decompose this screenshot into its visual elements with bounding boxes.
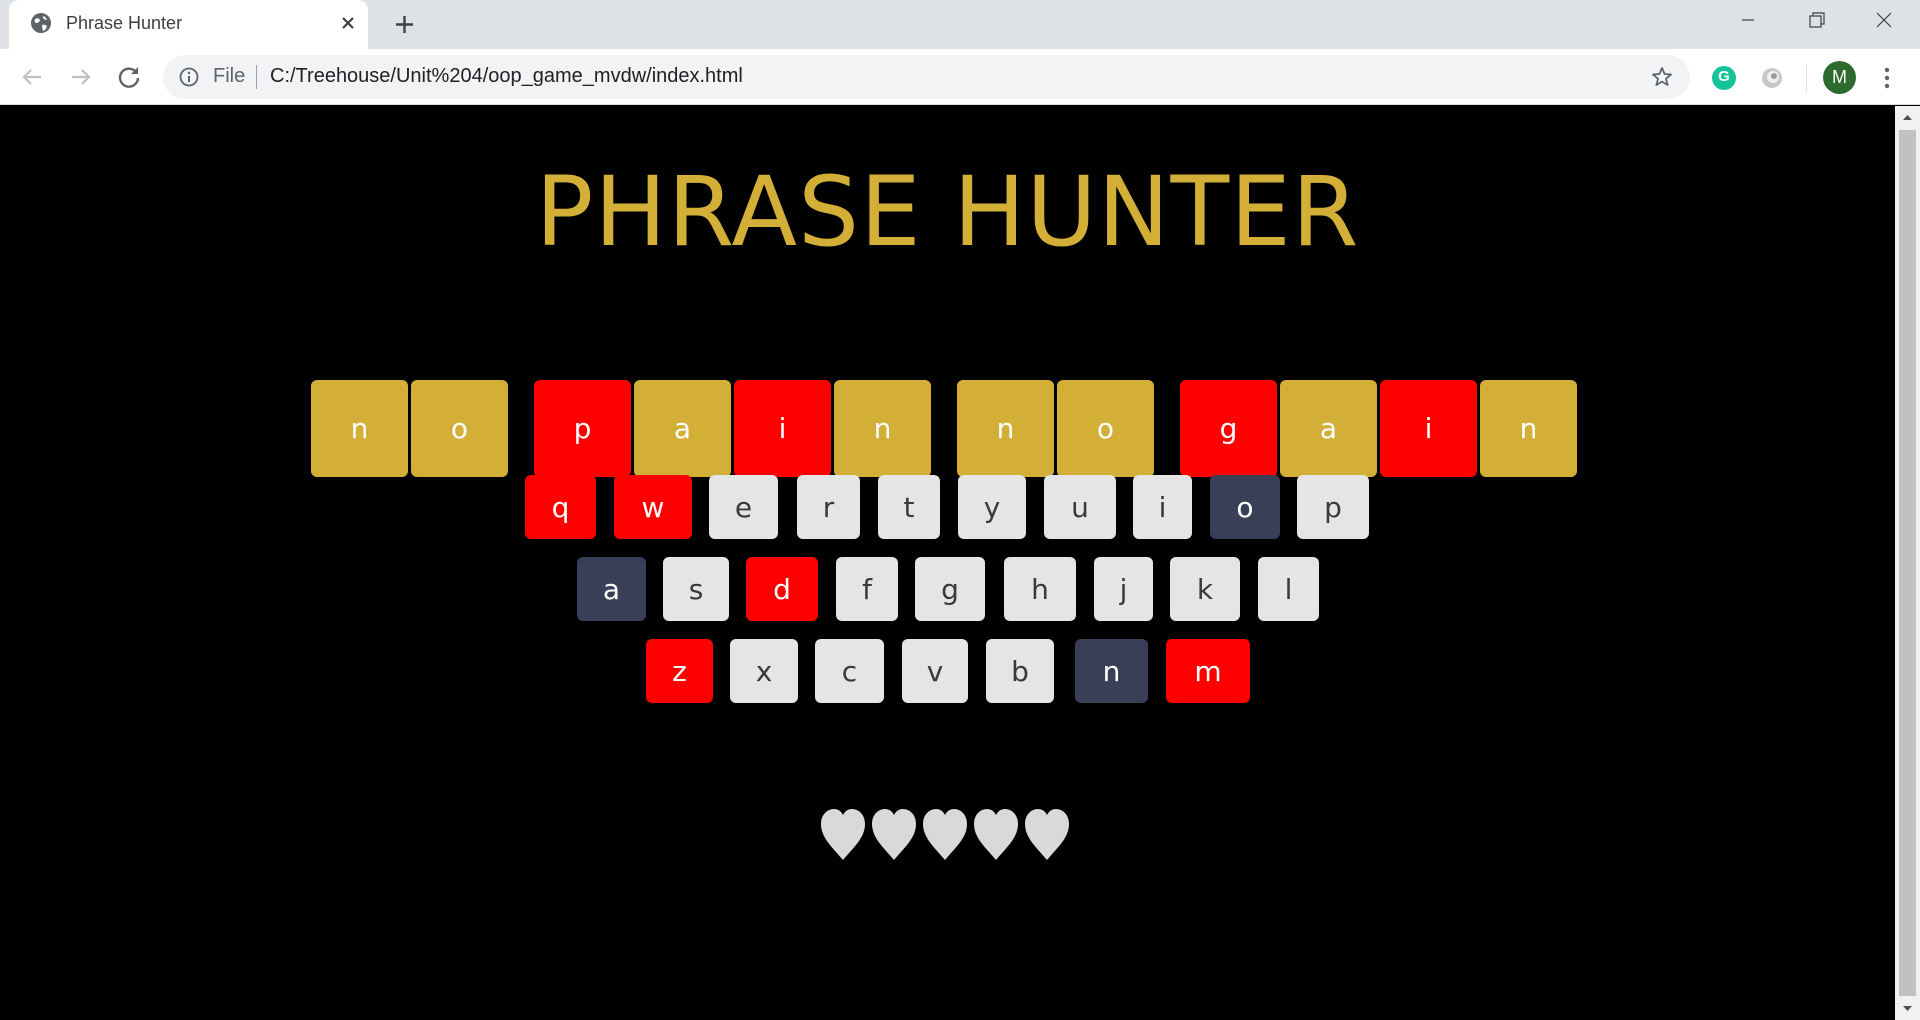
phrase-letter-tile: g: [1180, 380, 1277, 477]
phrase-letter-tile: n: [311, 380, 408, 477]
game-page: PHRASE HUNTER nopainnogain qwertyuiopasd…: [0, 106, 1895, 1020]
key-j[interactable]: j: [1094, 557, 1153, 621]
key-y[interactable]: y: [958, 475, 1026, 539]
phrase-letter-tile: o: [411, 380, 508, 477]
extension-icon[interactable]: [1760, 66, 1784, 90]
key-n[interactable]: n: [1075, 639, 1148, 703]
browser-toolbar: File C:/Treehouse/Unit%204/oop_game_mvdw…: [0, 49, 1920, 105]
phrase-letter-tile: i: [1380, 380, 1477, 477]
vertical-scrollbar[interactable]: [1895, 106, 1920, 1020]
scrollbar-thumb[interactable]: [1899, 130, 1916, 996]
key-e[interactable]: e: [709, 475, 778, 539]
browser-tab[interactable]: Phrase Hunter: [9, 0, 368, 49]
key-p[interactable]: p: [1297, 475, 1369, 539]
key-b[interactable]: b: [986, 639, 1054, 703]
arrow-left-icon[interactable]: [17, 62, 47, 92]
restore-icon[interactable]: [1786, 0, 1846, 40]
profile-avatar[interactable]: M: [1823, 61, 1856, 94]
star-icon[interactable]: [1650, 65, 1674, 89]
key-k[interactable]: k: [1170, 557, 1240, 621]
key-r[interactable]: r: [797, 475, 860, 539]
key-h[interactable]: h: [1004, 557, 1076, 621]
key-d[interactable]: d: [746, 557, 818, 621]
heart-icon: [923, 809, 967, 860]
phrase-letter-tile: i: [734, 380, 831, 477]
heart-icon: [872, 809, 916, 860]
kebab-menu-icon[interactable]: [1875, 63, 1899, 93]
window-close-icon[interactable]: [1854, 0, 1914, 40]
scroll-down-arrow-icon[interactable]: [1895, 998, 1920, 1020]
phrase-letter-tile: p: [534, 380, 631, 477]
plus-icon[interactable]: [391, 11, 418, 38]
phrase-letter-tile: n: [834, 380, 931, 477]
key-t[interactable]: t: [878, 475, 940, 539]
avatar-letter: M: [1832, 67, 1847, 87]
key-i[interactable]: i: [1133, 475, 1192, 539]
url-text[interactable]: C:/Treehouse/Unit%204/oop_game_mvdw/inde…: [270, 65, 743, 88]
minimize-icon[interactable]: [1718, 0, 1778, 40]
key-s[interactable]: s: [663, 557, 729, 621]
key-c[interactable]: c: [815, 639, 884, 703]
key-g[interactable]: g: [915, 557, 985, 621]
close-icon[interactable]: [337, 12, 359, 34]
globe-icon: [31, 13, 51, 33]
phrase-letter-tile: n: [957, 380, 1054, 477]
key-v[interactable]: v: [902, 639, 968, 703]
heart-icon: [1025, 809, 1069, 860]
omnibox-divider: [256, 65, 257, 89]
grammarly-letter: G: [1718, 68, 1730, 85]
tab-title: Phrase Hunter: [66, 13, 183, 33]
tab-strip: Phrase Hunter: [0, 0, 1920, 49]
info-icon[interactable]: [178, 66, 200, 88]
scheme-label: File: [213, 65, 246, 87]
phrase-letter-tile: a: [1280, 380, 1377, 477]
phrase-letter-tile: o: [1057, 380, 1154, 477]
key-w[interactable]: w: [614, 475, 692, 539]
grammarly-extension-icon[interactable]: G: [1712, 66, 1736, 90]
key-q[interactable]: q: [525, 475, 596, 539]
key-z[interactable]: z: [646, 639, 713, 703]
reload-icon[interactable]: [114, 62, 144, 92]
address-bar[interactable]: File C:/Treehouse/Unit%204/oop_game_mvdw…: [163, 55, 1690, 99]
key-x[interactable]: x: [730, 639, 798, 703]
heart-icon: [821, 809, 865, 860]
heart-icon: [974, 809, 1018, 860]
key-f[interactable]: f: [836, 557, 898, 621]
key-l[interactable]: l: [1258, 557, 1319, 621]
phrase-letter-tile: n: [1480, 380, 1577, 477]
phrase-letter-tile: a: [634, 380, 731, 477]
arrow-right-icon[interactable]: [66, 62, 96, 92]
key-o[interactable]: o: [1210, 475, 1280, 539]
key-m[interactable]: m: [1166, 639, 1250, 703]
scroll-up-arrow-icon[interactable]: [1895, 106, 1920, 128]
key-a[interactable]: a: [577, 557, 646, 621]
key-u[interactable]: u: [1044, 475, 1116, 539]
page-title: PHRASE HUNTER: [535, 156, 1360, 268]
toolbar-divider: [1806, 64, 1807, 92]
